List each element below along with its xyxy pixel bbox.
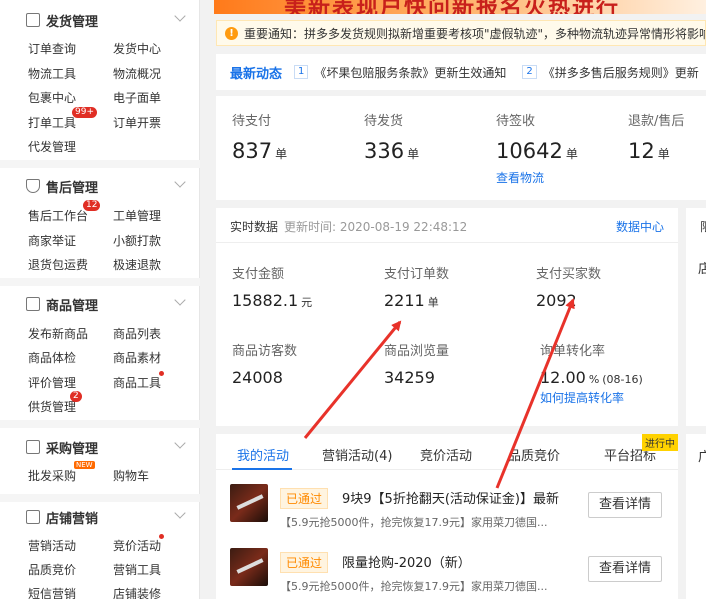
annotation-arrow [495,298,575,489]
annotation-arrow [303,320,402,439]
annotation-arrows [303,298,575,489]
